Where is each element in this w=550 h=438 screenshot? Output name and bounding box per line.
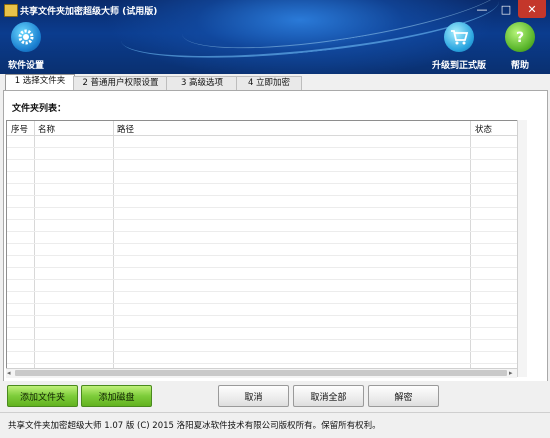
app-window: 共享文件夹加密超级大师 (试用版) — □ ✕ 软件设置 升级到正式版 ? 帮助… (0, 0, 550, 438)
copyright-text: 共享文件夹加密超级大师 1.07 版 (C) 2015 洛阳夏冰软件技术有限公司… (8, 421, 381, 431)
vertical-scrollbar[interactable] (517, 120, 527, 377)
settings-label: 软件设置 (8, 61, 45, 71)
tab-select-folder[interactable]: 1 选择文件夹 (5, 74, 75, 91)
add-disk-button[interactable]: 添加磁盘 (81, 385, 152, 407)
folder-list-label: 文件夹列表： (12, 104, 67, 114)
help-label: 帮助 (510, 61, 529, 71)
upgrade-label: 升级到正式版 (432, 61, 487, 71)
scroll-left-icon[interactable]: ◂ (7, 369, 11, 377)
help-button[interactable]: ? 帮助 (505, 22, 535, 71)
table-header: 序号 名称 路径 状态 (7, 121, 518, 136)
settings-button[interactable]: 软件设置 (8, 22, 44, 71)
tab-encrypt-now[interactable]: 4 立即加密 (236, 76, 302, 90)
close-button[interactable]: ✕ (518, 0, 546, 18)
maximize-button[interactable]: □ (494, 0, 518, 18)
gear-icon (11, 22, 41, 52)
decrypt-button[interactable]: 解密 (368, 385, 439, 407)
title-bar[interactable]: 共享文件夹加密超级大师 (试用版) — □ ✕ (0, 0, 550, 20)
button-bar: 添加文件夹 添加磁盘 取消 取消全部 解密 (0, 381, 550, 411)
column-header-path[interactable]: 路径 (117, 123, 134, 135)
tab-advanced-options[interactable]: 3 高级选项 (166, 76, 238, 90)
column-header-index[interactable]: 序号 (11, 123, 28, 135)
folder-list-table[interactable]: 序号 名称 路径 状态 (6, 120, 519, 370)
minimize-button[interactable]: — (470, 0, 494, 18)
tab-bar: 1 选择文件夹 2 普通用户权限设置 3 高级选项 4 立即加密 (0, 74, 550, 91)
upgrade-button[interactable]: 升级到正式版 (432, 22, 486, 71)
add-folder-button[interactable]: 添加文件夹 (7, 385, 78, 407)
app-icon (4, 4, 18, 17)
scroll-right-icon[interactable]: ▸ (509, 369, 513, 377)
window-title: 共享文件夹加密超级大师 (试用版) (20, 7, 158, 17)
scrollbar-thumb[interactable] (15, 370, 507, 376)
svg-text:?: ? (516, 30, 524, 46)
horizontal-scrollbar[interactable]: ◂ ▸ (6, 368, 517, 378)
cancel-all-button[interactable]: 取消全部 (293, 385, 364, 407)
question-mark-icon: ? (505, 22, 535, 52)
header-banner: 共享文件夹加密超级大师 (试用版) — □ ✕ 软件设置 升级到正式版 ? 帮助 (0, 0, 550, 74)
cancel-button[interactable]: 取消 (218, 385, 289, 407)
status-bar: 共享文件夹加密超级大师 1.07 版 (C) 2015 洛阳夏冰软件技术有限公司… (0, 412, 550, 438)
tab-user-permissions[interactable]: 2 普通用户权限设置 (73, 76, 168, 90)
shopping-cart-icon (444, 22, 474, 52)
column-header-name[interactable]: 名称 (38, 123, 55, 135)
column-header-status[interactable]: 状态 (475, 123, 492, 135)
